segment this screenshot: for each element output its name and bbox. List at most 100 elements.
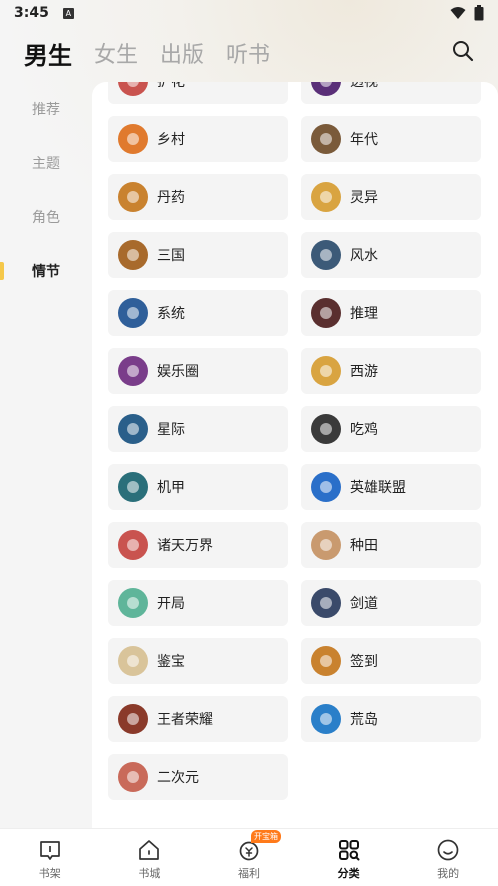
category-cover-icon	[118, 472, 148, 502]
nav-bookstore[interactable]: 书城	[100, 829, 200, 886]
cover-highlight	[127, 191, 139, 203]
category-cover-icon	[118, 704, 148, 734]
category-card[interactable]: 鉴宝	[108, 638, 288, 684]
welfare-badge: 开宝箱	[250, 830, 281, 843]
category-card[interactable]: 透视	[301, 82, 481, 104]
category-cover-icon	[311, 298, 341, 328]
category-label: 护花	[157, 82, 185, 90]
cover-highlight	[127, 82, 139, 87]
tab-female[interactable]: 女生	[94, 37, 138, 69]
category-card[interactable]: 星际	[108, 406, 288, 452]
category-card[interactable]: 乡村	[108, 116, 288, 162]
nav-label-bookshelf: 书架	[38, 867, 61, 880]
category-panel: 护花 透视乡村 年代丹药 灵异三国 风水系统 推理娱乐圈 西游 星际 吃鸡 机甲 英雄联盟诸天万界 种…	[92, 82, 498, 828]
sidebar-item-theme[interactable]: 主题	[0, 136, 92, 190]
category-label: 鉴宝	[157, 654, 185, 670]
category-card[interactable]: 系统	[108, 290, 288, 336]
category-cover-icon	[118, 414, 148, 444]
nav-category[interactable]: 分类	[299, 829, 399, 886]
category-label: 乡村	[157, 132, 185, 148]
status-time: 3:45	[14, 5, 49, 21]
category-card[interactable]: 机甲	[108, 464, 288, 510]
category-card[interactable]: 诸天万界	[108, 522, 288, 568]
bottom-nav: 书架 书城 开宝箱 福利 分类 我的	[0, 828, 498, 886]
category-cover-icon	[118, 762, 148, 792]
category-cover-icon	[311, 82, 341, 96]
category-cover-icon	[118, 124, 148, 154]
cover-highlight	[320, 133, 332, 145]
nav-profile[interactable]: 我的	[398, 829, 498, 886]
category-card[interactable]: 荒岛	[301, 696, 481, 742]
wifi-icon	[450, 7, 466, 19]
cover-highlight	[320, 307, 332, 319]
nav-welfare[interactable]: 开宝箱 福利	[199, 829, 299, 886]
cover-highlight	[127, 539, 139, 551]
sidebar-item-plot[interactable]: 情节	[0, 244, 92, 298]
category-card[interactable]: 种田	[301, 522, 481, 568]
search-button[interactable]	[452, 40, 474, 66]
category-card[interactable]: 西游	[301, 348, 481, 394]
category-card[interactable]: 丹药	[108, 174, 288, 220]
category-card[interactable]: 护花	[108, 82, 288, 104]
category-card[interactable]: 开局	[108, 580, 288, 626]
category-cover-icon	[311, 356, 341, 386]
category-cover-icon	[118, 182, 148, 212]
cover-highlight	[320, 423, 332, 435]
category-cover-icon	[311, 182, 341, 212]
cover-highlight	[127, 307, 139, 319]
nav-bookshelf[interactable]: 书架	[0, 829, 100, 886]
nav-label-welfare: 福利	[237, 867, 260, 880]
category-cover-icon	[311, 704, 341, 734]
cover-highlight	[320, 481, 332, 493]
category-grid: 护花 透视乡村 年代丹药 灵异三国 风水系统 推理娱乐圈 西游 星际 吃鸡 机甲 英雄联盟诸天万界 种…	[108, 82, 481, 800]
category-card[interactable]: 风水	[301, 232, 481, 278]
category-card[interactable]: 娱乐圈	[108, 348, 288, 394]
tab-audiobook[interactable]: 听书	[226, 37, 270, 69]
sidebar-item-recommend[interactable]: 推荐	[0, 82, 92, 136]
status-bar: 3:45 A	[0, 0, 498, 26]
cover-highlight	[127, 249, 139, 261]
category-card[interactable]: 签到	[301, 638, 481, 684]
cover-highlight	[320, 365, 332, 377]
category-cover-icon	[118, 82, 148, 96]
category-label: 诸天万界	[157, 538, 213, 554]
category-card[interactable]: 英雄联盟	[301, 464, 481, 510]
cover-highlight	[320, 249, 332, 261]
category-card[interactable]: 吃鸡	[301, 406, 481, 452]
category-label: 推理	[350, 306, 378, 322]
category-card[interactable]: 二次元	[108, 754, 288, 800]
bookshelf-icon	[39, 841, 60, 860]
category-card[interactable]: 王者荣耀	[108, 696, 288, 742]
cover-highlight	[127, 423, 139, 435]
category-cover-icon	[311, 414, 341, 444]
category-cover-icon	[118, 240, 148, 270]
battery-icon	[474, 5, 484, 21]
category-card[interactable]: 三国	[108, 232, 288, 278]
category-cover-icon	[118, 646, 148, 676]
cover-highlight	[127, 771, 139, 783]
category-label: 风水	[350, 248, 378, 264]
tab-male[interactable]: 男生	[24, 36, 72, 71]
category-cover-icon	[118, 530, 148, 560]
category-label: 年代	[350, 132, 378, 148]
category-label: 三国	[157, 248, 185, 264]
notification-icon: A	[62, 7, 74, 19]
cover-highlight	[127, 597, 139, 609]
category-card[interactable]: 剑道	[301, 580, 481, 626]
category-label: 灵异	[350, 190, 378, 206]
search-icon	[453, 41, 474, 62]
category-label: 丹药	[157, 190, 185, 206]
category-card[interactable]: 推理	[301, 290, 481, 336]
category-card[interactable]: 灵异	[301, 174, 481, 220]
cover-highlight	[320, 713, 332, 725]
category-cover-icon	[311, 124, 341, 154]
sidebar-item-role[interactable]: 角色	[0, 190, 92, 244]
category-cover-icon	[118, 588, 148, 618]
tab-publish[interactable]: 出版	[160, 37, 204, 69]
cover-highlight	[320, 597, 332, 609]
category-label: 透视	[350, 82, 378, 90]
cover-highlight	[320, 82, 332, 87]
cover-highlight	[127, 655, 139, 667]
cover-highlight	[127, 365, 139, 377]
category-card[interactable]: 年代	[301, 116, 481, 162]
